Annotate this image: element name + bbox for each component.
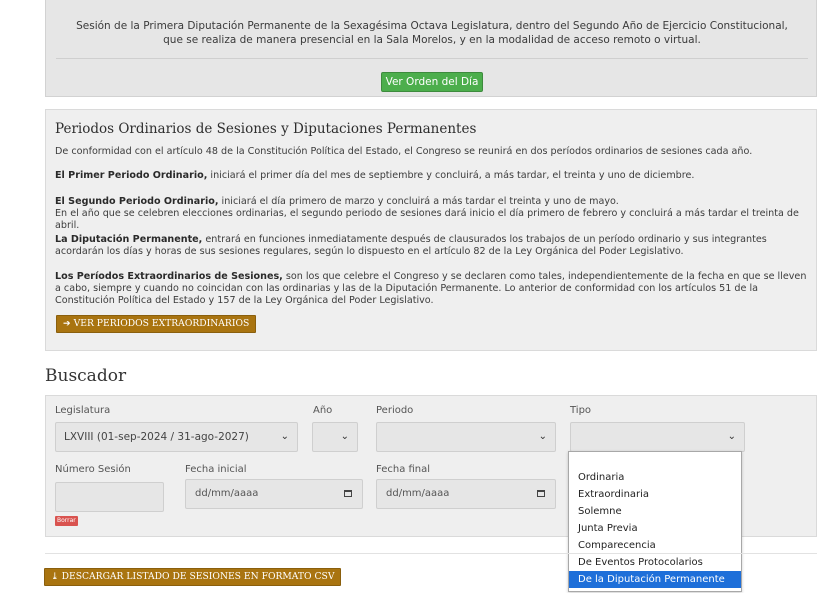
tipo-option[interactable]: Junta Previa <box>569 520 741 537</box>
chevron-down-icon: ⌄ <box>727 431 736 442</box>
diputacion-permanente-text: La Diputación Permanente, entrará en fun… <box>55 234 815 258</box>
descargar-csv-button[interactable]: ⤓ DESCARGAR LISTADO DE SESIONES EN FORMA… <box>44 568 342 586</box>
borrar-button[interactable]: Borrar <box>55 516 78 526</box>
legislatura-select[interactable]: LXVIII (01-sep-2024 / 31-ago-2027) ⌄ <box>55 422 298 452</box>
diputacion-permanente-label: La Diputación Permanente, <box>55 234 203 245</box>
primer-periodo-desc: iniciará el primer día del mes de septie… <box>207 170 695 181</box>
tipo-option[interactable]: Comparecencia <box>569 537 741 554</box>
session-notice-panel: Sesión de la Primera Diputación Permanen… <box>45 0 817 97</box>
fecha-inicial-label: Fecha inicial <box>185 464 247 475</box>
calendar-icon[interactable] <box>537 490 545 497</box>
segundo-periodo-text: El Segundo Periodo Ordinario, iniciará e… <box>55 196 815 232</box>
tipo-option-highlighted[interactable]: De la Diputación Permanente <box>569 571 741 588</box>
fecha-final-label: Fecha final <box>376 464 431 475</box>
ver-periodos-extraordinarios-button[interactable]: ➔ VER PERIODOS EXTRAORDINARIOS <box>56 315 257 333</box>
ver-orden-del-dia-button[interactable]: Ver Orden del Día <box>381 72 483 92</box>
legislatura-label: Legislatura <box>55 405 111 416</box>
descargar-csv-label: DESCARGAR LISTADO DE SESIONES EN FORMATO… <box>61 571 335 582</box>
periods-panel: Periodos Ordinarios de Sesiones y Diputa… <box>45 109 817 351</box>
tipo-option[interactable]: Extraordinaria <box>569 486 741 503</box>
segundo-periodo-desc: iniciará el día primero de marzo y concl… <box>218 196 619 207</box>
numero-sesion-input[interactable] <box>55 482 164 512</box>
chevron-down-icon: ⌄ <box>538 431 547 442</box>
fecha-inicial-placeholder: dd/mm/aaaa <box>195 488 259 499</box>
fecha-final-input[interactable]: dd/mm/aaaa <box>376 479 556 509</box>
fecha-final-placeholder: dd/mm/aaaa <box>386 488 450 499</box>
tipo-dropdown-list: Ordinaria Extraordinaria Solemne Junta P… <box>568 451 742 592</box>
periodo-label: Periodo <box>376 405 414 416</box>
primer-periodo-label: El Primer Periodo Ordinario, <box>55 170 208 181</box>
tipo-select[interactable]: ⌄ <box>570 422 745 452</box>
primer-periodo-text: El Primer Periodo Ordinario, iniciará el… <box>55 170 815 182</box>
periodo-select[interactable]: ⌄ <box>376 422 556 452</box>
arrow-right-icon: ➔ <box>63 318 74 329</box>
extraordinarios-label: Los Períodos Extraordinarios de Sesiones… <box>55 271 283 282</box>
tipo-option[interactable]: De Eventos Protocolarios <box>569 554 741 571</box>
tipo-label: Tipo <box>570 405 592 416</box>
calendar-icon[interactable] <box>344 490 352 497</box>
chevron-down-icon: ⌄ <box>280 431 289 442</box>
divider <box>56 58 808 59</box>
periods-intro: De conformidad con el artículo 48 de la … <box>55 146 753 157</box>
download-icon: ⤓ <box>51 571 62 582</box>
chevron-down-icon: ⌄ <box>340 431 349 442</box>
anio-select[interactable]: ⌄ <box>312 422 358 452</box>
buscador-title: Buscador <box>45 366 127 386</box>
tipo-option[interactable]: Solemne <box>569 503 741 520</box>
segundo-periodo-line2: En el año que se celebren elecciones ord… <box>55 208 799 231</box>
anio-label: Año <box>313 405 333 416</box>
ver-periodos-extraordinarios-label: VER PERIODOS EXTRAORDINARIOS <box>73 318 250 329</box>
divider <box>45 553 817 554</box>
periods-title: Periodos Ordinarios de Sesiones y Diputa… <box>55 121 477 137</box>
session-notice-text: Sesión de la Primera Diputación Permanen… <box>76 20 788 46</box>
segundo-periodo-label: El Segundo Periodo Ordinario, <box>55 196 219 207</box>
extraordinarios-text: Los Períodos Extraordinarios de Sesiones… <box>55 271 815 307</box>
tipo-option[interactable]: Ordinaria <box>569 469 741 486</box>
legislatura-value: LXVIII (01-sep-2024 / 31-ago-2027) <box>64 431 249 443</box>
numero-sesion-label: Número Sesión <box>55 464 131 475</box>
fecha-inicial-input[interactable]: dd/mm/aaaa <box>185 479 363 509</box>
